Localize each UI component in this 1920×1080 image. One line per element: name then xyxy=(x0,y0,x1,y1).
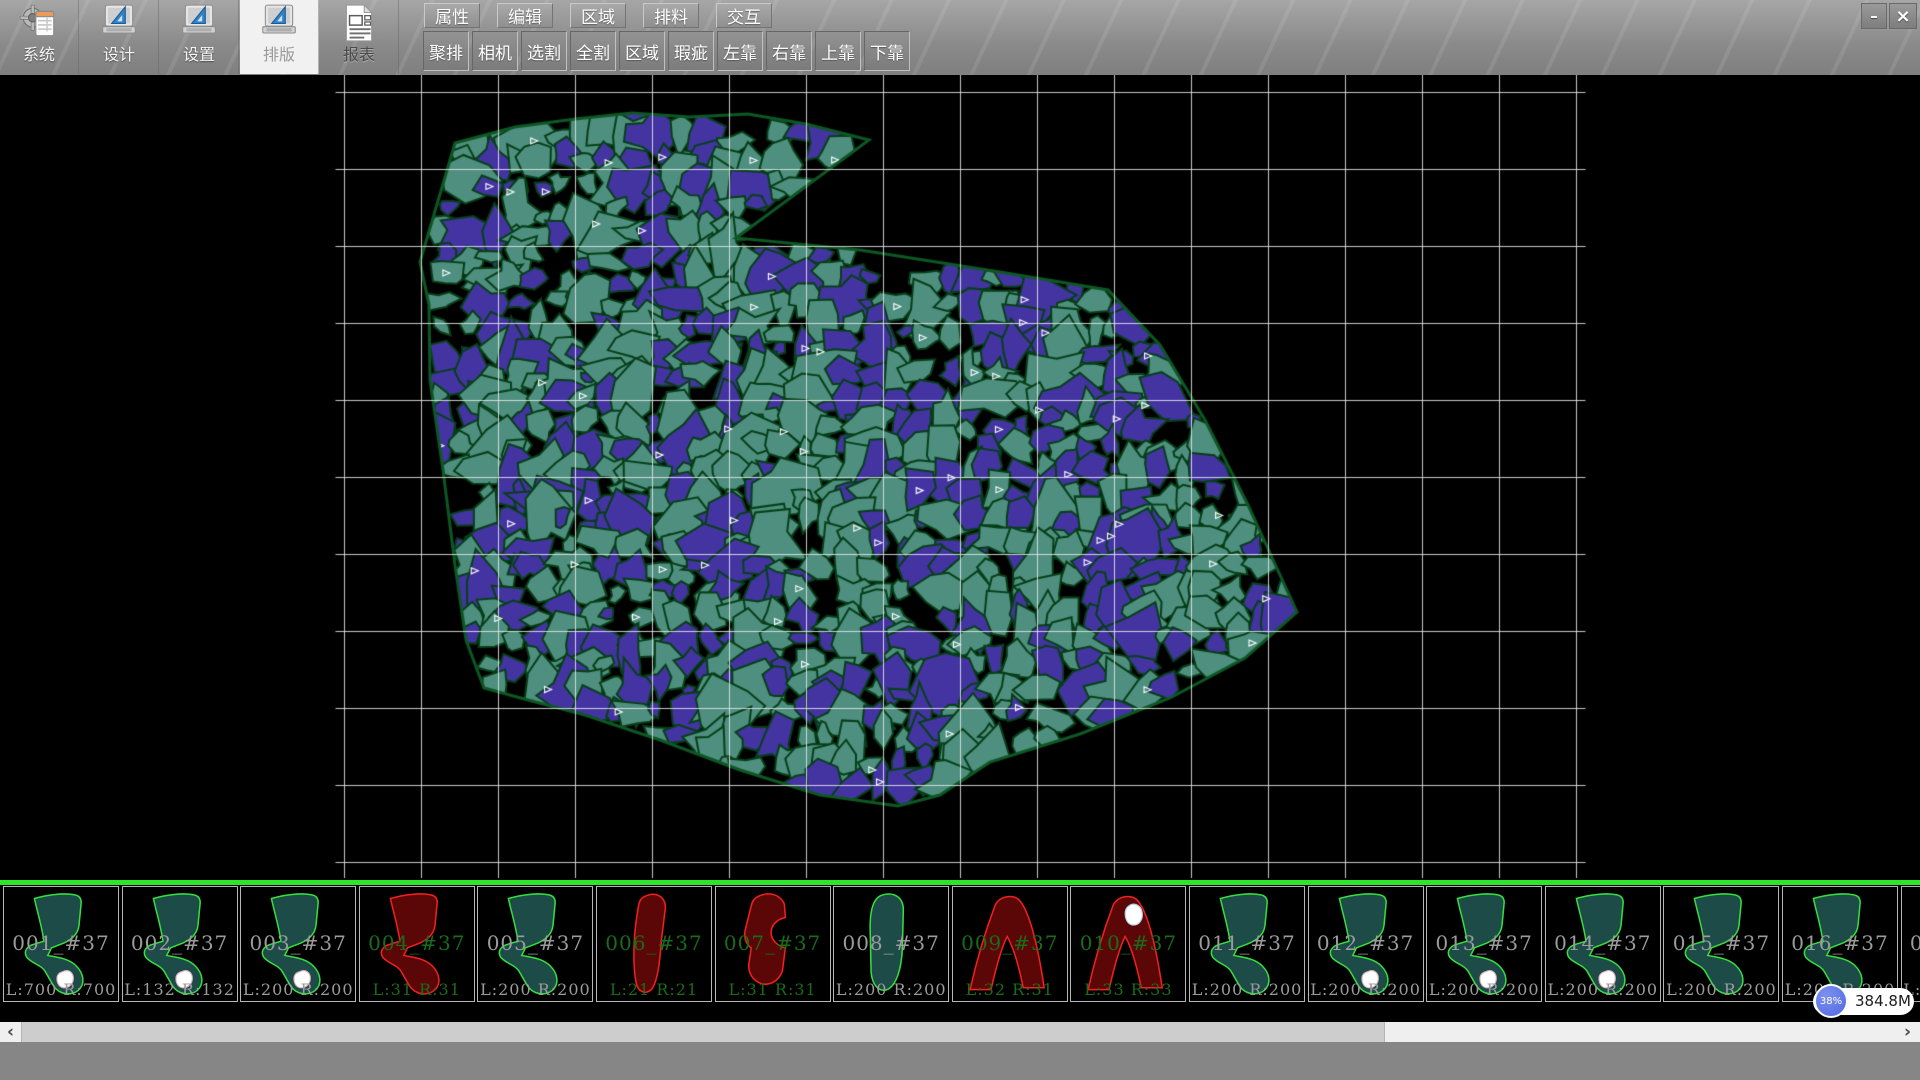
tool-button[interactable]: 选割 xyxy=(521,31,567,71)
part-shape xyxy=(1433,889,1535,1001)
part-thumbnail[interactable]: 011_#37L:200 R:200 xyxy=(1189,886,1305,1002)
app-button-settings[interactable]: 设置 xyxy=(160,0,239,74)
app-button-label: 系统 xyxy=(23,44,55,66)
part-thumbnail[interactable]: 008_#37L:200 R:200 xyxy=(833,886,949,1002)
part-shape xyxy=(1789,889,1891,1001)
part-thumbnail[interactable]: 007_#37L:31 R:31 xyxy=(715,886,831,1002)
design-icon xyxy=(98,2,140,44)
part-shape xyxy=(366,889,468,1001)
parts-strip: 001_#37L:700 R:700002_#37L:132 R:132003_… xyxy=(0,880,1920,1022)
part-thumbnail[interactable]: 005_#37L:200 R:200 xyxy=(477,886,593,1002)
part-thumbnail[interactable]: 003_#37L:200 R:200 xyxy=(240,886,356,1002)
memory-progress-badge[interactable]: 38% 384.8M xyxy=(1813,988,1914,1015)
status-bar xyxy=(0,1042,1920,1080)
part-thumbnail[interactable]: 004_#37L:31 R:31 xyxy=(359,886,475,1002)
part-shape xyxy=(840,889,942,1001)
app-button-label: 报表 xyxy=(343,44,375,66)
part-thumbnail[interactable]: 001_#37L:700 R:700 xyxy=(3,886,119,1002)
horizontal-scrollbar[interactable]: ‹ › xyxy=(0,1022,1920,1042)
part-shape xyxy=(10,889,112,1001)
part-shape xyxy=(129,889,231,1001)
part-thumbnail[interactable]: 014_#37L:200 R:200 xyxy=(1545,886,1661,1002)
close-button[interactable]: × xyxy=(1889,3,1917,29)
part-thumbnail[interactable]: 002_#37L:132 R:132 xyxy=(122,886,238,1002)
report-icon xyxy=(338,2,380,44)
menu-tab[interactable]: 编辑 xyxy=(497,3,553,28)
memory-size-label: 384.8M xyxy=(1855,988,1911,1015)
progress-circle: 38% xyxy=(1814,984,1848,1018)
tool-button[interactable]: 左靠 xyxy=(717,31,763,71)
app-button-design[interactable]: 设计 xyxy=(80,0,159,74)
part-shape xyxy=(722,889,824,1001)
app-button-label: 排版 xyxy=(263,44,295,66)
tool-button[interactable]: 右靠 xyxy=(766,31,812,71)
menu-tab[interactable]: 排料 xyxy=(643,3,699,28)
part-shape xyxy=(1552,889,1654,1001)
part-thumbnail[interactable]: 010_#37L:33 R:33 xyxy=(1070,886,1186,1002)
tool-button-row: 聚排相机选割全割区域瑕疵左靠右靠上靠下靠 xyxy=(423,31,913,71)
part-thumbnail[interactable]: 012_#37L:200 R:200 xyxy=(1308,886,1424,1002)
tool-button[interactable]: 瑕疵 xyxy=(668,31,714,71)
tool-button[interactable]: 下靠 xyxy=(864,31,910,71)
tool-button[interactable]: 全割 xyxy=(570,31,616,71)
part-shape xyxy=(1670,889,1772,1001)
tool-button[interactable]: 聚排 xyxy=(423,31,469,71)
part-thumbnail[interactable]: 009_#37L:32 R:31 xyxy=(952,886,1068,1002)
settings-icon xyxy=(178,2,220,44)
part-shape xyxy=(484,889,586,1001)
part-shape xyxy=(959,889,1061,1001)
tool-button[interactable]: 上靠 xyxy=(815,31,861,71)
tool-button[interactable]: 区域 xyxy=(619,31,665,71)
app-button-report[interactable]: 报表 xyxy=(320,0,399,74)
app-button-system[interactable]: 系统 xyxy=(0,0,79,74)
part-thumbnail[interactable]: 017_#37L:200 R:200 xyxy=(1901,886,1920,1002)
part-thumbnail[interactable]: 006_#37L:21 R:21 xyxy=(596,886,712,1002)
scroll-right-arrow[interactable]: › xyxy=(1897,1022,1918,1042)
system-icon xyxy=(18,2,60,44)
nesting-canvas[interactable] xyxy=(0,75,1920,882)
scroll-left-arrow[interactable]: ‹ xyxy=(0,1022,21,1042)
toolbar: 系统设计设置排版报表 属性编辑区域排料交互 聚排相机选割全割区域瑕疵左靠右靠上靠… xyxy=(0,0,1920,76)
part-thumbnail[interactable]: 016_#37L:200 R:200 xyxy=(1782,886,1898,1002)
part-thumbnail[interactable]: 013_#37L:200 R:200 xyxy=(1426,886,1542,1002)
part-thumbnail[interactable]: 015_#37L:200 R:200 xyxy=(1663,886,1779,1002)
app-button-nesting[interactable]: 排版 xyxy=(240,0,319,74)
part-shape xyxy=(1196,889,1298,1001)
app-button-label: 设置 xyxy=(183,44,215,66)
part-shape xyxy=(1315,889,1417,1001)
part-shape xyxy=(1077,889,1179,1001)
menu-tab[interactable]: 交互 xyxy=(716,3,772,28)
app-window: 系统设计设置排版报表 属性编辑区域排料交互 聚排相机选割全割区域瑕疵左靠右靠上靠… xyxy=(0,0,1920,1080)
menu-tab[interactable]: 属性 xyxy=(424,3,480,28)
part-shape xyxy=(247,889,349,1001)
part-shape xyxy=(1908,889,1920,1001)
part-shape xyxy=(603,889,705,1001)
scrollbar-thumb[interactable] xyxy=(21,1022,1385,1042)
tool-button[interactable]: 相机 xyxy=(472,31,518,71)
nesting-icon xyxy=(258,2,300,44)
menu-tab-row: 属性编辑区域排料交互 xyxy=(424,3,789,28)
menu-tab[interactable]: 区域 xyxy=(570,3,626,28)
app-button-label: 设计 xyxy=(103,44,135,66)
minimize-button[interactable]: – xyxy=(1861,3,1887,29)
